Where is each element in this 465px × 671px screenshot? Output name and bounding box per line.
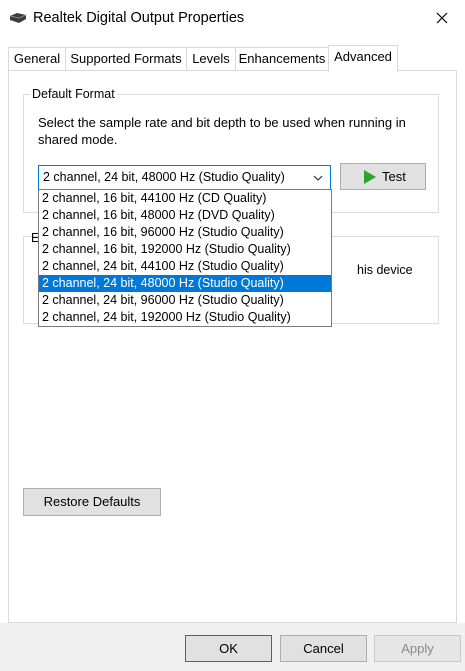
default-format-select[interactable]: 2 channel, 24 bit, 48000 Hz (Studio Qual… (38, 165, 331, 190)
title-bar: Realtek Digital Output Properties (0, 0, 465, 37)
play-icon (364, 170, 376, 184)
tab-levels[interactable]: Levels (186, 47, 236, 71)
window-title: Realtek Digital Output Properties (33, 10, 245, 26)
exclusive-mode-option-text: his device (357, 263, 413, 277)
speaker-device-icon (9, 13, 27, 23)
tab-enhancements[interactable]: Enhancements (235, 47, 329, 71)
tab-general[interactable]: General (8, 47, 66, 71)
test-button[interactable]: Test (340, 163, 426, 190)
default-format-label: Default Format (30, 87, 117, 101)
chevron-down-icon (313, 175, 323, 181)
test-button-label: Test (382, 169, 406, 184)
format-dropdown-list: 2 channel, 16 bit, 44100 Hz (CD Quality)… (38, 189, 332, 327)
format-option-selected[interactable]: 2 channel, 24 bit, 48000 Hz (Studio Qual… (39, 275, 331, 292)
restore-defaults-button[interactable]: Restore Defaults (23, 488, 161, 516)
apply-button[interactable]: Apply (374, 635, 461, 662)
tab-advanced[interactable]: Advanced (328, 45, 398, 72)
ok-button[interactable]: OK (185, 635, 272, 662)
format-option[interactable]: 2 channel, 16 bit, 44100 Hz (CD Quality) (39, 190, 331, 207)
format-option[interactable]: 2 channel, 24 bit, 44100 Hz (Studio Qual… (39, 258, 331, 275)
format-option[interactable]: 2 channel, 16 bit, 96000 Hz (Studio Qual… (39, 224, 331, 241)
close-icon (436, 12, 448, 24)
tab-strip: General Supported Formats Levels Enhance… (8, 45, 457, 72)
format-option[interactable]: 2 channel, 16 bit, 192000 Hz (Studio Qua… (39, 241, 331, 258)
default-format-selected-value: 2 channel, 24 bit, 48000 Hz (Studio Qual… (43, 170, 285, 184)
cancel-button[interactable]: Cancel (280, 635, 367, 662)
close-button[interactable] (419, 0, 465, 36)
tab-supported-formats[interactable]: Supported Formats (65, 47, 187, 71)
default-format-description: Select the sample rate and bit depth to … (38, 115, 406, 147)
format-option[interactable]: 2 channel, 24 bit, 96000 Hz (Studio Qual… (39, 292, 331, 309)
format-option[interactable]: 2 channel, 24 bit, 192000 Hz (Studio Qua… (39, 309, 331, 326)
format-option[interactable]: 2 channel, 16 bit, 48000 Hz (DVD Quality… (39, 207, 331, 224)
